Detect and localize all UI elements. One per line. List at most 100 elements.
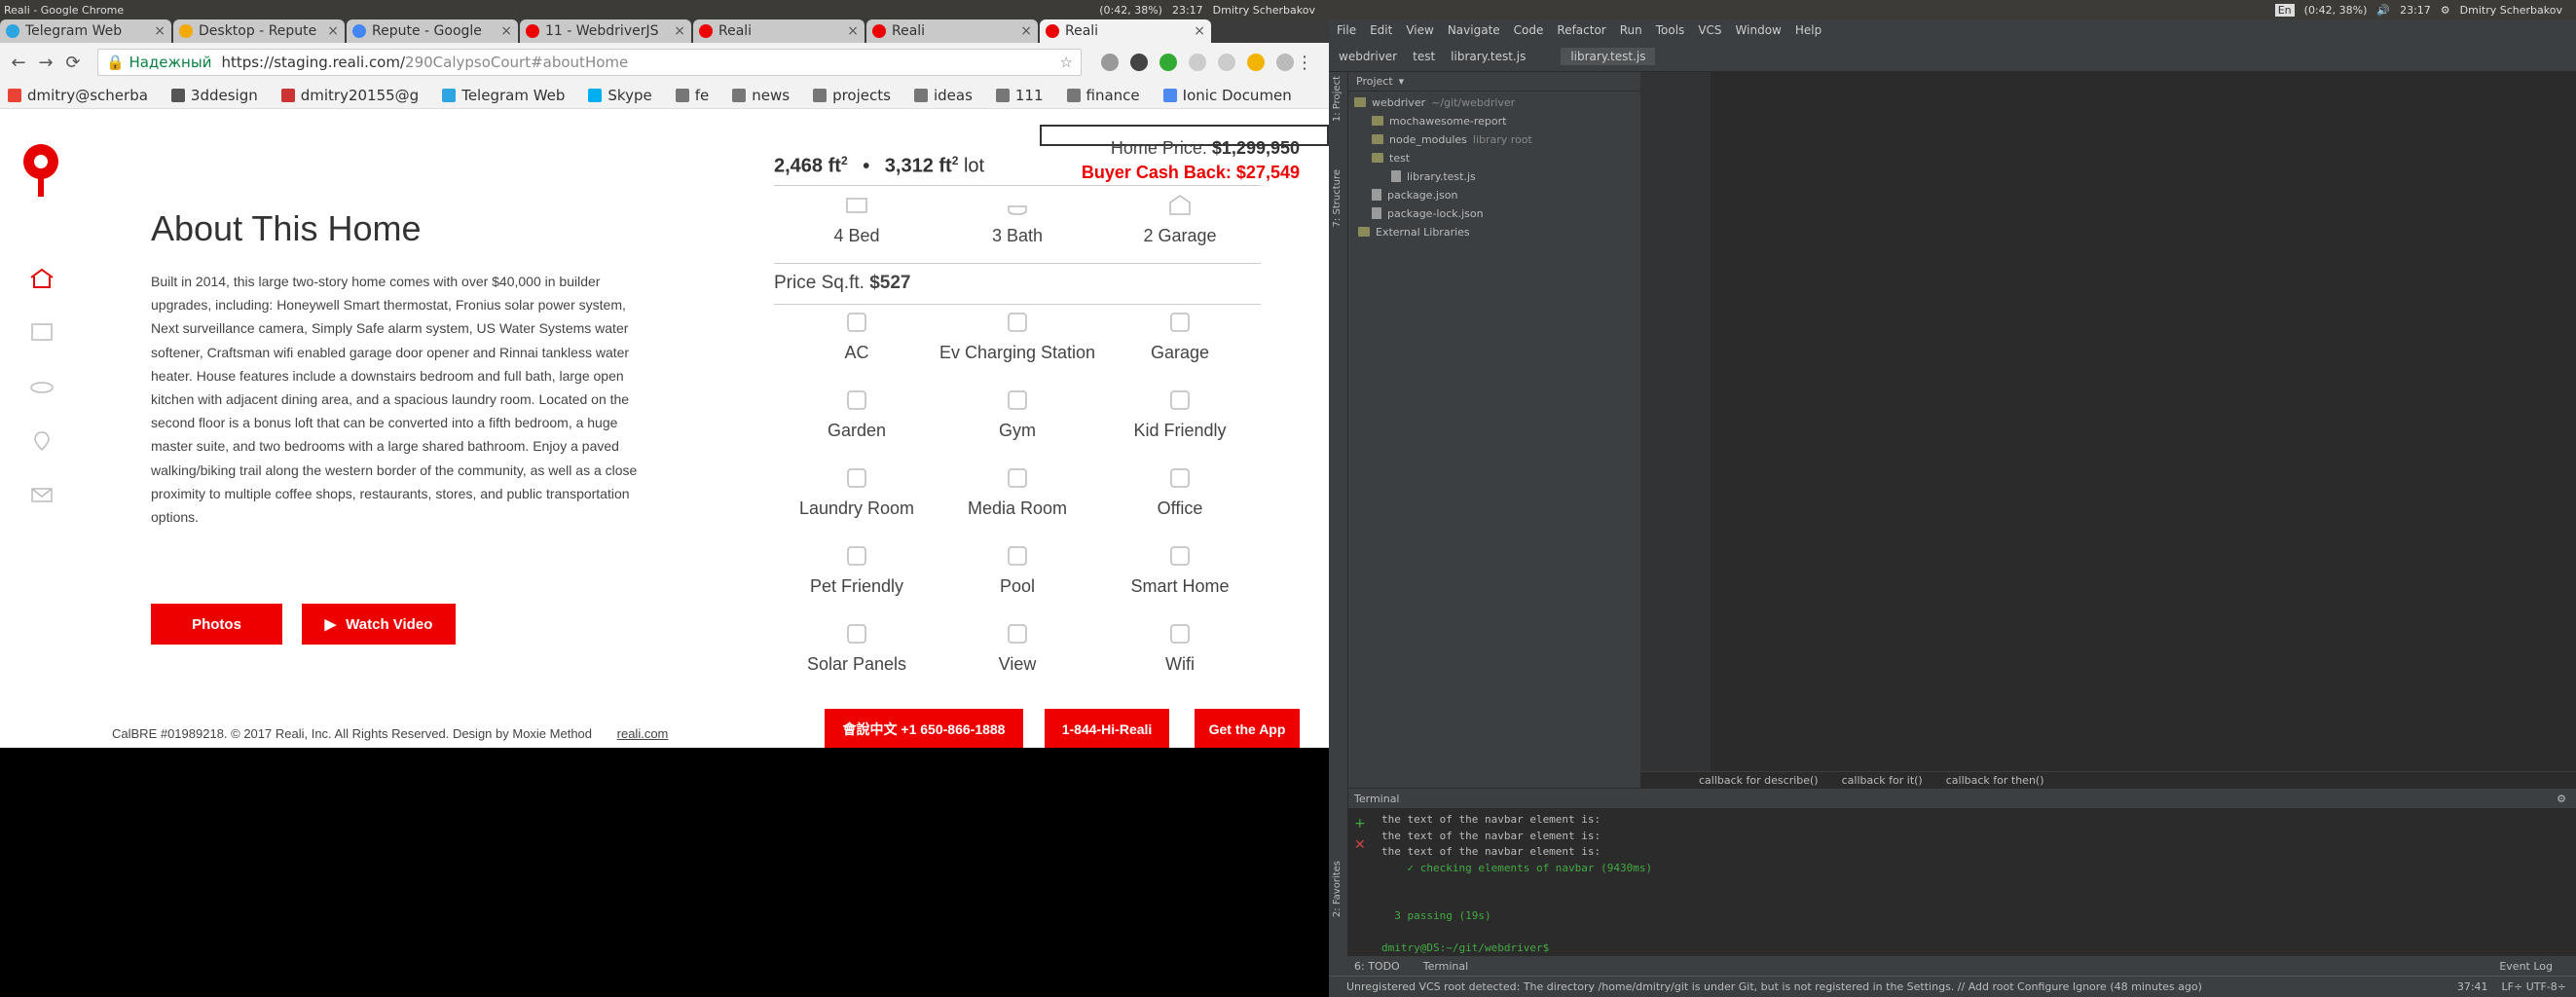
close-icon[interactable]: × <box>847 23 859 39</box>
cursor-position[interactable]: 37:41 <box>2457 980 2488 993</box>
code-line[interactable] <box>1711 642 2558 655</box>
forward-icon[interactable]: → <box>35 53 56 73</box>
photos-button[interactable]: Photos <box>151 604 282 645</box>
vcs-status-message[interactable]: Unregistered VCS root detected: The dire… <box>1346 980 2202 993</box>
favorites-tool-label[interactable]: 2: Favorites <box>1332 861 1343 917</box>
code-line[interactable] <box>1711 363 2558 377</box>
code-breadcrumb-item[interactable]: callback for describe() <box>1699 774 1819 787</box>
extension-icon[interactable] <box>1101 54 1119 71</box>
mail-icon[interactable] <box>29 484 55 505</box>
ide-menu-item[interactable]: Window <box>1736 23 1782 37</box>
ide-menu-item[interactable]: Help <box>1795 23 1822 37</box>
bookmark-item[interactable]: dmitry@scherba <box>8 87 148 104</box>
code-line[interactable] <box>1711 496 2558 509</box>
volume-icon[interactable]: 🔊 <box>2376 4 2390 17</box>
bookmark-item[interactable]: 111 <box>995 87 1044 104</box>
code-line[interactable] <box>1711 178 2558 192</box>
editor-tab-label[interactable]: library.test.js <box>1561 47 1656 65</box>
back-icon[interactable]: ← <box>8 53 29 73</box>
menu-icon[interactable]: ⋮ <box>1294 53 1315 73</box>
tree-item[interactable]: package.json <box>1372 186 1463 203</box>
code-line[interactable] <box>1711 562 2558 575</box>
code-editor[interactable] <box>1711 72 2558 771</box>
tree-item[interactable]: library.test.js <box>1391 167 1482 185</box>
bookmark-item[interactable]: fe <box>675 87 709 104</box>
structure-tool-label[interactable]: 7: Structure <box>1332 169 1343 227</box>
code-line[interactable] <box>1711 112 2558 126</box>
code-line[interactable] <box>1711 191 2558 204</box>
close-terminal-icon[interactable]: ✕ <box>1354 837 1366 853</box>
code-line[interactable] <box>1711 165 2558 178</box>
browser-tab[interactable]: Reali × <box>866 19 1038 43</box>
ide-menu-item[interactable]: Code <box>1514 23 1544 37</box>
watch-video-button[interactable]: ▶ Watch Video <box>302 604 456 645</box>
project-label[interactable]: Project <box>1356 75 1393 88</box>
tree-item[interactable]: package-lock.json <box>1372 204 1490 222</box>
chevron-down-icon[interactable]: ▾ <box>1399 75 1405 88</box>
extension-icon[interactable] <box>1130 54 1148 71</box>
close-icon[interactable]: × <box>154 23 166 39</box>
language-indicator[interactable]: En <box>2274 3 2295 17</box>
gear-icon[interactable]: ⚙ <box>2557 793 2566 805</box>
code-line[interactable] <box>1711 469 2558 483</box>
code-line[interactable] <box>1711 668 2558 682</box>
code-line[interactable] <box>1711 522 2558 535</box>
extension-icon[interactable] <box>1247 54 1265 71</box>
code-line[interactable] <box>1711 720 2558 734</box>
code-line[interactable] <box>1711 152 2558 166</box>
code-line[interactable] <box>1711 323 2558 337</box>
code-line[interactable] <box>1711 72 2558 86</box>
code-line[interactable] <box>1711 271 2558 284</box>
tree-item[interactable]: webdriver ~/git/webdriver <box>1354 93 1515 111</box>
star-icon[interactable]: ☆ <box>1060 54 1073 71</box>
terminal[interactable]: the text of the navbar element is: the te… <box>1348 808 2576 956</box>
code-line[interactable] <box>1711 575 2558 589</box>
browser-tab[interactable]: Desktop - Repute × <box>173 19 345 43</box>
browser-tab[interactable]: Repute - Google × <box>347 19 518 43</box>
code-line[interactable] <box>1711 231 2558 244</box>
extension-icon[interactable] <box>1276 54 1294 71</box>
ide-menu-item[interactable]: Refactor <box>1557 23 1605 37</box>
nav-breadcrumb-item[interactable]: library.test.js <box>1451 50 1526 63</box>
bookmark-item[interactable]: dmitry20155@g <box>280 87 419 104</box>
browser-tab[interactable]: Telegram Web × <box>0 19 171 43</box>
close-icon[interactable]: × <box>674 23 685 39</box>
browser-tab[interactable]: Reali × <box>1040 19 1211 43</box>
reali-logo[interactable] <box>19 142 62 199</box>
footer-link[interactable]: reali.com <box>617 726 669 741</box>
ide-menu-item[interactable]: VCS <box>1698 23 1721 37</box>
ide-menu-item[interactable]: File <box>1337 23 1356 37</box>
close-icon[interactable]: × <box>500 23 512 39</box>
code-line[interactable] <box>1711 337 2558 351</box>
code-line[interactable] <box>1711 311 2558 324</box>
bookmark-item[interactable]: Ionic Documen <box>1162 87 1292 104</box>
code-line[interactable] <box>1711 284 2558 298</box>
code-line[interactable] <box>1711 403 2558 417</box>
code-line[interactable] <box>1711 218 2558 232</box>
get-app-button[interactable]: Get the App <box>1195 709 1300 748</box>
reload-icon[interactable]: ⟳ <box>62 53 84 73</box>
phone-button[interactable]: 1-844-Hi-Reali <box>1045 709 1169 748</box>
tree-item[interactable]: node_modules library root <box>1372 130 1532 148</box>
ide-menu-item[interactable]: Run <box>1620 23 1642 37</box>
code-line[interactable] <box>1711 588 2558 602</box>
360-icon[interactable] <box>29 377 55 398</box>
nav-breadcrumb-item[interactable]: webdriver <box>1339 50 1397 63</box>
tree-item[interactable]: mochawesome-report <box>1372 112 1512 129</box>
ide-menu-item[interactable]: View <box>1406 23 1433 37</box>
browser-tab[interactable]: 11 - WebdriverJS × <box>520 19 691 43</box>
code-line[interactable] <box>1711 389 2558 403</box>
code-line[interactable] <box>1711 377 2558 390</box>
terminal-tab[interactable]: Terminal <box>1423 960 1469 973</box>
code-line[interactable] <box>1711 708 2558 721</box>
tree-item[interactable]: External Libraries <box>1358 223 1476 240</box>
code-line[interactable] <box>1711 297 2558 311</box>
code-line[interactable] <box>1711 734 2558 748</box>
code-line[interactable] <box>1711 456 2558 469</box>
secure-badge[interactable]: 🔒 Надежный <box>106 54 211 71</box>
location-icon[interactable] <box>29 430 55 452</box>
nav-breadcrumb-item[interactable]: test <box>1413 50 1435 63</box>
code-breadcrumb-item[interactable]: callback for then() <box>1946 774 2044 787</box>
code-line[interactable] <box>1711 535 2558 549</box>
ide-menu-item[interactable]: Navigate <box>1448 23 1500 37</box>
